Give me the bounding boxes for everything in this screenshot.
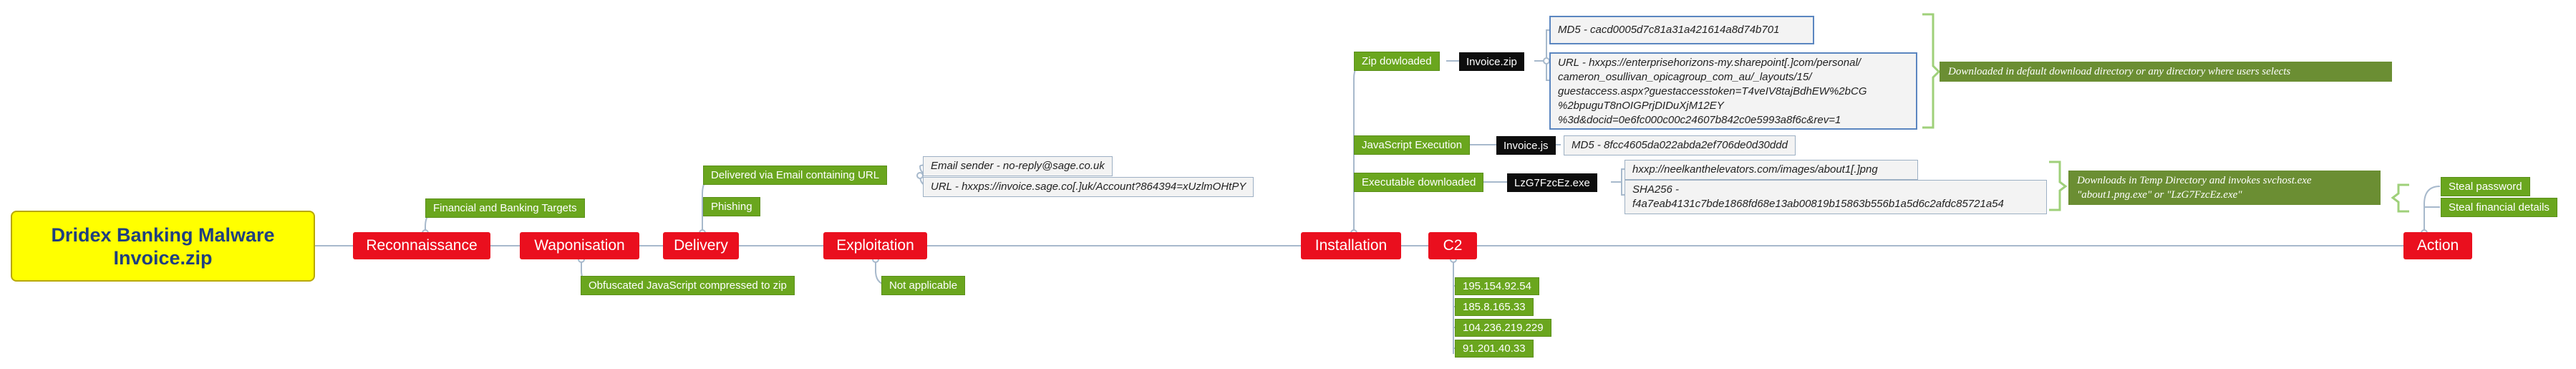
installation-zip-file[interactable]: Invoice.zip: [1459, 52, 1524, 71]
action-steal-financial-details[interactable]: Steal financial details: [2441, 198, 2557, 217]
zip-url-line: guestaccess.aspx?guestaccesstoken=T4veIV…: [1558, 85, 1867, 97]
stage-delivery[interactable]: Delivery: [663, 232, 739, 259]
stage-exploitation[interactable]: Exploitation: [823, 232, 927, 259]
installation-zip-summary[interactable]: Downloaded in default download directory…: [1940, 62, 2392, 82]
zip-url-line: cameron_osullivan_opicagroup_com_au/_lay…: [1558, 71, 1812, 83]
installation-exe-summary[interactable]: Downloads in Temp Directory and invokes …: [2068, 171, 2381, 205]
zip-url-line: URL - hxxps://enterprisehorizons-my.shar…: [1558, 57, 1861, 69]
installation-zip-url[interactable]: URL - hxxps://enterprisehorizons-my.shar…: [1549, 52, 1917, 130]
installation-js-execution[interactable]: JavaScript Execution: [1354, 135, 1471, 155]
delivery-phishing[interactable]: Phishing: [703, 197, 760, 216]
c2-ip[interactable]: 91.201.40.33: [1455, 340, 1534, 358]
exe-summary-line: "about1.png.exe" or "LzG7FzcEz.exe": [2077, 189, 2242, 201]
installation-exe-downloaded[interactable]: Executable downloaded: [1354, 173, 1484, 192]
installation-js-file[interactable]: Invoice.js: [1496, 136, 1556, 155]
installation-exe-sha256[interactable]: SHA256 - f4a7eab4131c7bde1868fd68e13ab00…: [1624, 180, 2047, 214]
sha256-label: SHA256 -: [1632, 183, 1680, 196]
c2-ip[interactable]: 195.154.92.54: [1455, 277, 1539, 295]
installation-zip-downloaded[interactable]: Zip dowloaded: [1354, 52, 1440, 71]
root-subtitle: Invoice.zip: [113, 246, 213, 269]
installation-js-md5[interactable]: MD5 - 8fcc4605da022abda2ef706de0d30ddd: [1564, 135, 1796, 155]
installation-exe-file[interactable]: LzG7FzcEz.exe: [1507, 173, 1597, 192]
exploitation-not-applicable[interactable]: Not applicable: [881, 276, 966, 295]
stage-action[interactable]: Action: [2403, 232, 2472, 259]
action-steal-password[interactable]: Steal password: [2441, 177, 2530, 196]
stage-c2[interactable]: C2: [1428, 232, 1477, 259]
c2-ip[interactable]: 185.8.165.33: [1455, 298, 1534, 316]
stage-installation[interactable]: Installation: [1301, 232, 1401, 259]
sha256-value: f4a7eab4131c7bde1868fd68e13ab00819b15863…: [1632, 198, 2004, 210]
delivery-email[interactable]: Delivered via Email containing URL: [703, 166, 888, 185]
weaponisation-obfuscated-js[interactable]: Obfuscated JavaScript compressed to zip: [581, 276, 795, 295]
stage-reconnaissance[interactable]: Reconnaissance: [353, 232, 490, 259]
root-title: Dridex Banking Malware: [51, 224, 275, 246]
recon-financial-targets[interactable]: Financial and Banking Targets: [425, 198, 585, 218]
root-topic[interactable]: Dridex Banking Malware Invoice.zip: [11, 211, 315, 282]
delivery-url[interactable]: URL - hxxps://invoice.sage.co[.]uk/Accou…: [923, 177, 1254, 197]
stage-weaponisation[interactable]: Waponisation: [520, 232, 639, 259]
installation-zip-md5[interactable]: MD5 - cacd0005d7c81a31a421614a8d74b701: [1549, 16, 1814, 44]
exe-summary-line: Downloads in Temp Directory and invokes …: [2077, 175, 2312, 186]
c2-ip[interactable]: 104.236.219.229: [1455, 319, 1551, 337]
zip-url-line: %2bpuguT8nOIGPrjDIDuXjM12EY: [1558, 100, 1724, 112]
delivery-email-sender[interactable]: Email sender - no-reply@sage.co.uk: [923, 156, 1113, 176]
installation-exe-url[interactable]: hxxp://neelkanthelevators.com/images/abo…: [1624, 160, 1918, 180]
zip-url-line: %3d&docid=0e6fc000c00c24607b842c0e5993a8…: [1558, 114, 1841, 126]
